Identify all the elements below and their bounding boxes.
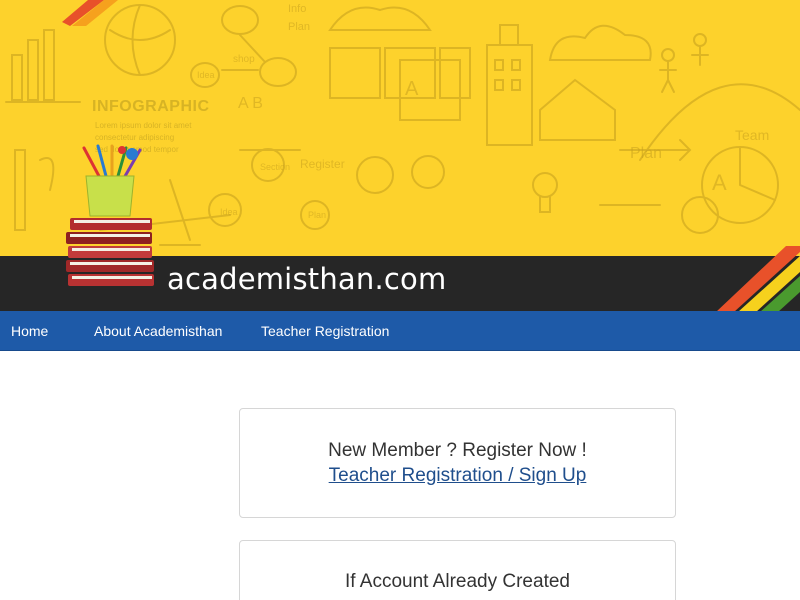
top-left-stripe-decoration (62, 0, 118, 26)
register-card: New Member ? Register Now ! Teacher Regi… (239, 408, 676, 518)
svg-text:Register: Register (300, 157, 345, 171)
login-prompt: If Account Already Created (345, 571, 570, 592)
svg-text:Idea: Idea (220, 207, 238, 217)
doodle-lorem-text: Lorem ipsum dolor sit amet (95, 121, 192, 130)
teacher-signup-link[interactable]: Teacher Registration / Sign Up (240, 465, 675, 487)
login-card: If Account Already Created (239, 540, 676, 600)
svg-text:Section: Section (260, 162, 290, 172)
svg-text:Plan: Plan (288, 21, 310, 33)
nav-item-home[interactable]: Home (11, 311, 48, 351)
bottom-right-stripe-decoration (716, 246, 800, 312)
site-title: academisthan.com (167, 262, 447, 296)
page: Info Plan shop Idea A B Section Register… (0, 0, 800, 600)
svg-text:A B: A B (238, 95, 263, 112)
books-pencil-logo (66, 144, 154, 286)
nav-item-teacher-registration[interactable]: Teacher Registration (261, 311, 389, 351)
register-prompt: New Member ? Register Now ! (328, 440, 587, 461)
svg-text:Idea: Idea (197, 70, 215, 80)
svg-text:Team: Team (735, 127, 769, 143)
svg-text:shop: shop (233, 54, 255, 65)
svg-text:A: A (405, 78, 419, 100)
svg-text:A: A (712, 170, 727, 195)
doodle-infographic-text: INFOGRAPHIC (92, 98, 210, 115)
svg-text:Plan: Plan (308, 210, 326, 220)
svg-text:Plan: Plan (630, 145, 662, 162)
main-nav: Home About Academisthan Teacher Registra… (0, 311, 800, 351)
svg-text:Info: Info (288, 3, 306, 15)
nav-item-about[interactable]: About Academisthan (94, 311, 222, 351)
